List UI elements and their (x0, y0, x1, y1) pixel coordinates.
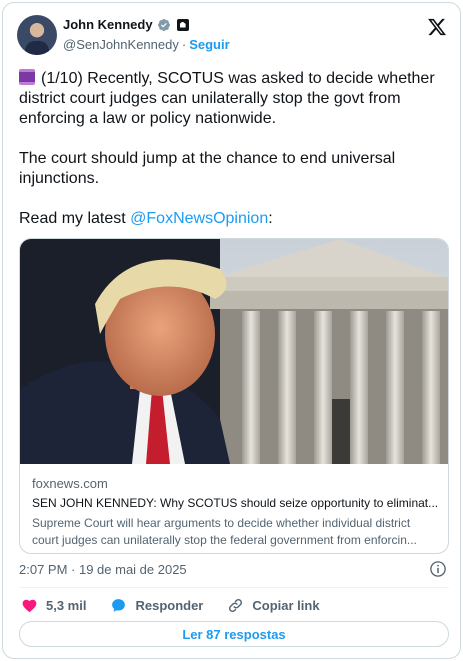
mention-link[interactable]: @FoxNewsOpinion (130, 210, 268, 227)
tweet-paragraph-3: Read my latest @FoxNewsOpinion: (19, 209, 449, 229)
tweet-embed-card: John Kennedy @SenJohnKennedy · Seguir (1… (2, 2, 461, 659)
link-meta: foxnews.com SEN JOHN KENNEDY: Why SCOTUS… (32, 476, 438, 549)
verified-badge-icon (157, 18, 170, 31)
tweet-paragraph-1: (1/10) Recently, SCOTUS was asked to dec… (19, 69, 449, 129)
heart-icon (22, 599, 37, 612)
read-replies-button[interactable]: Ler 87 respostas (19, 621, 449, 647)
info-icon[interactable] (429, 560, 447, 578)
thread-spool-emoji (19, 69, 35, 85)
link-domain: foxnews.com (32, 476, 108, 491)
tweet-line-3-prefix: Read my latest (19, 210, 131, 227)
avatar[interactable] (17, 15, 57, 55)
link-description: Supreme Court will hear arguments to dec… (32, 516, 417, 547)
link-icon (229, 598, 243, 612)
link-preview-image (20, 239, 448, 464)
reply-bubble-icon (112, 598, 126, 612)
tweet-line-2: The court should jump at the chance to e… (19, 150, 396, 187)
separator-dot: · (181, 37, 187, 52)
reply-button[interactable]: Responder (110, 597, 203, 614)
follow-button[interactable]: Seguir (189, 37, 229, 52)
copy-link-button[interactable]: Copiar link (227, 597, 320, 614)
author-name-row: John Kennedy (63, 17, 189, 32)
tweet-line-1: (1/10) Recently, SCOTUS was asked to dec… (19, 70, 435, 127)
action-bar: 5,3 mil Responder Copiar link (21, 596, 344, 614)
tweet-line-3-suffix: : (268, 210, 273, 227)
divider (19, 587, 449, 588)
timestamp[interactable]: 2:07 PM · 19 de mai de 2025 (19, 562, 187, 577)
author-handle[interactable]: @SenJohnKennedy (63, 37, 179, 52)
reply-label: Responder (135, 597, 204, 613)
handle-row: @SenJohnKennedy · Seguir (63, 37, 230, 52)
government-label-icon (176, 18, 189, 31)
x-logo-icon[interactable] (427, 17, 447, 37)
like-count: 5,3 mil (46, 597, 87, 613)
link-preview-card[interactable]: foxnews.com SEN JOHN KENNEDY: Why SCOTUS… (19, 238, 449, 554)
author-name[interactable]: John Kennedy (63, 17, 153, 32)
copy-link-label: Copiar link (252, 597, 320, 613)
like-button[interactable]: 5,3 mil (21, 597, 86, 614)
tweet-text: (1/10) Recently, SCOTUS was asked to dec… (19, 69, 449, 229)
link-title: SEN JOHN KENNEDY: Why SCOTUS should seiz… (32, 496, 438, 510)
